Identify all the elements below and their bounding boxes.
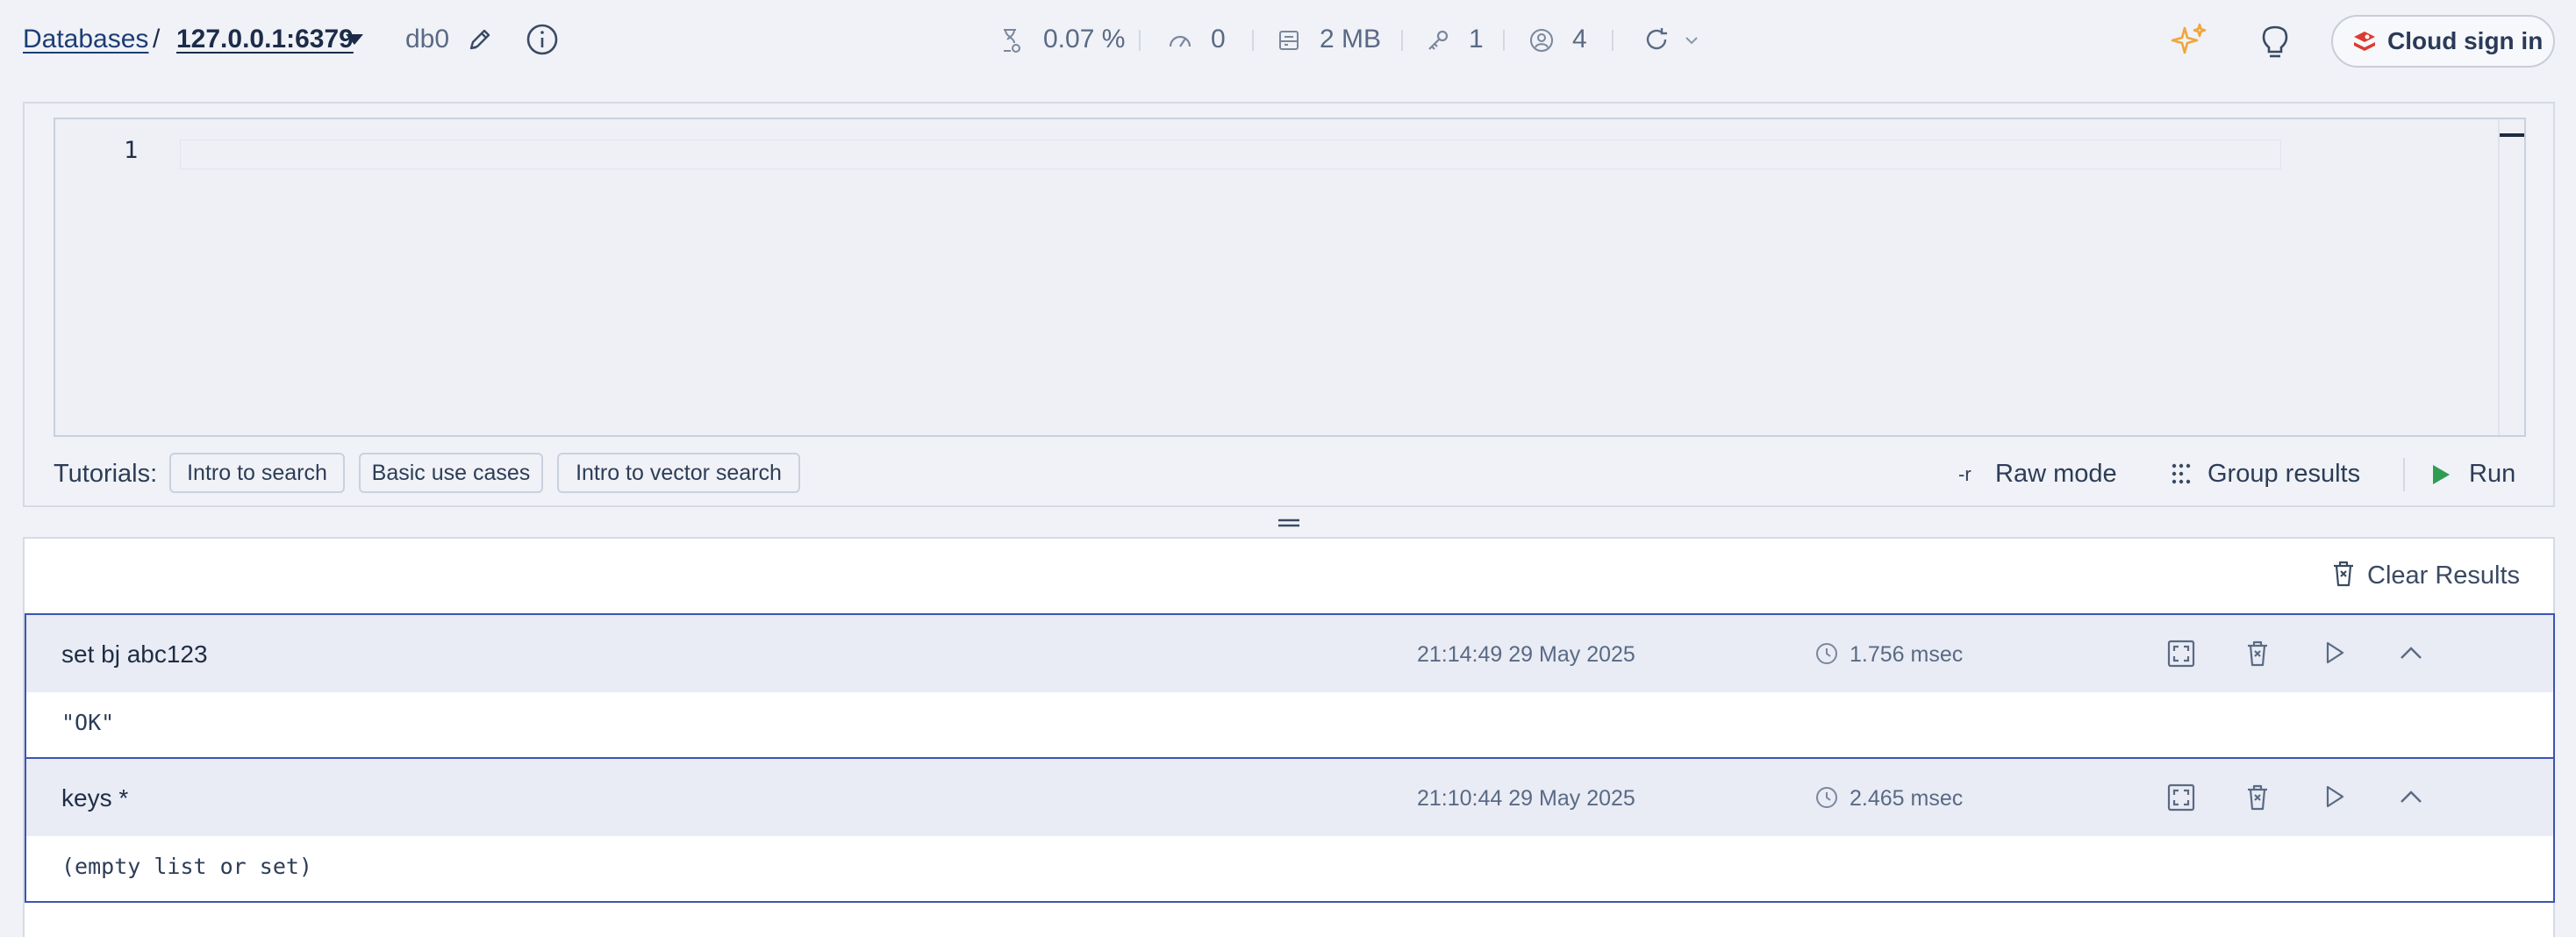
rerun-play-icon[interactable] — [2323, 640, 2346, 666]
stat-divider — [1612, 30, 1614, 51]
gauge-icon — [1167, 27, 1193, 54]
clock-icon — [1814, 785, 1839, 810]
toolbar-divider — [2403, 458, 2405, 491]
results-panel: Clear Results set bj abc123 21:14:49 29 … — [23, 537, 2555, 937]
keys-stat: 1 — [1469, 25, 1484, 54]
result-command: keys * — [61, 784, 129, 812]
key-icon — [1425, 27, 1451, 54]
query-editor[interactable]: 1 — [54, 118, 2526, 437]
result-duration: 1.756 msec — [1850, 642, 1964, 667]
tutorials-label: Tutorials: — [54, 460, 158, 488]
tutorial-intro-to-vector-search[interactable]: Intro to vector search — [557, 453, 800, 493]
chevron-down-icon[interactable] — [1685, 35, 1699, 46]
resize-handle-icon[interactable] — [1277, 518, 1300, 528]
clock-icon — [1814, 641, 1839, 666]
ops-stat: 0 — [1211, 25, 1226, 54]
cpu-icon — [998, 27, 1023, 54]
info-icon[interactable] — [526, 23, 559, 56]
tutorial-basic-use-cases[interactable]: Basic use cases — [359, 453, 543, 493]
trash-icon[interactable] — [2330, 560, 2357, 588]
result-header[interactable]: set bj abc123 21:14:49 29 May 2025 1.756… — [26, 615, 2553, 692]
result-duration: 2.465 msec — [1850, 786, 1964, 811]
pencil-icon[interactable] — [467, 26, 493, 53]
result-output: "OK" — [61, 710, 115, 735]
caret-down-icon[interactable] — [345, 33, 364, 46]
delete-result-icon[interactable] — [2244, 783, 2271, 812]
result-card: set bj abc123 21:14:49 29 May 2025 1.756… — [25, 613, 2555, 759]
editor-scrollbar[interactable] — [2498, 119, 2524, 435]
memory-stat: 2 MB — [1320, 25, 1382, 54]
run-button[interactable]: Run — [2469, 460, 2515, 489]
chevron-up-icon[interactable] — [2399, 645, 2423, 661]
refresh-icon[interactable] — [1642, 25, 1671, 54]
chevron-up-icon[interactable] — [2399, 789, 2423, 805]
fullscreen-icon[interactable] — [2167, 640, 2195, 668]
line-number: 1 — [124, 137, 139, 164]
workbench-editor-panel: 1 Tutorials: Intro to search Basic use c… — [23, 102, 2555, 507]
fullscreen-icon[interactable] — [2167, 783, 2195, 812]
delete-result-icon[interactable] — [2244, 640, 2271, 668]
user-icon — [1528, 27, 1555, 54]
cpu-stat: 0.07 % — [1043, 25, 1126, 54]
result-header[interactable]: keys * 21:10:44 29 May 2025 2.465 msec — [26, 759, 2553, 836]
stat-divider — [1401, 30, 1403, 51]
clear-results-button[interactable]: Clear Results — [2367, 561, 2520, 590]
raw-mode-toggle[interactable]: Raw mode — [1995, 460, 2117, 489]
tutorial-intro-to-search[interactable]: Intro to search — [169, 453, 345, 493]
lightbulb-icon[interactable] — [2258, 21, 2292, 61]
group-results-toggle[interactable]: Group results — [2207, 460, 2360, 489]
result-output: (empty list or set) — [61, 854, 312, 879]
current-line-highlight[interactable] — [180, 139, 2281, 169]
stat-divider — [1252, 30, 1254, 51]
cloud-sign-in-button[interactable]: Cloud sign in — [2331, 15, 2555, 68]
breadcrumb-host[interactable]: 127.0.0.1:6379 — [176, 25, 354, 54]
database-index: db0 — [405, 25, 450, 54]
result-command: set bj abc123 — [61, 640, 208, 668]
group-results-icon[interactable] — [2169, 461, 2193, 486]
play-icon[interactable] — [2430, 463, 2451, 486]
stat-divider — [1503, 30, 1505, 51]
sparkle-icon[interactable] — [2169, 21, 2209, 61]
breadcrumb-separator: / — [153, 25, 161, 54]
result-card: keys * 21:10:44 29 May 2025 2.465 msec (… — [25, 757, 2555, 903]
result-timestamp: 21:10:44 29 May 2025 — [1417, 786, 1635, 811]
redis-logo-icon — [2354, 32, 2375, 51]
cloud-sign-in-label: Cloud sign in — [2387, 27, 2544, 54]
clients-stat: 4 — [1572, 25, 1587, 54]
raw-mode-icon[interactable]: -r — [1958, 463, 1971, 486]
memory-icon — [1277, 27, 1301, 54]
rerun-play-icon[interactable] — [2323, 783, 2346, 810]
scrollbar-thumb[interactable] — [2500, 133, 2524, 137]
breadcrumb-databases-link[interactable]: Databases — [23, 25, 148, 54]
result-timestamp: 21:14:49 29 May 2025 — [1417, 642, 1635, 667]
stat-divider — [1139, 30, 1141, 51]
top-header: Databases / 127.0.0.1:6379 db0 0.07 % 0 … — [0, 0, 2576, 82]
